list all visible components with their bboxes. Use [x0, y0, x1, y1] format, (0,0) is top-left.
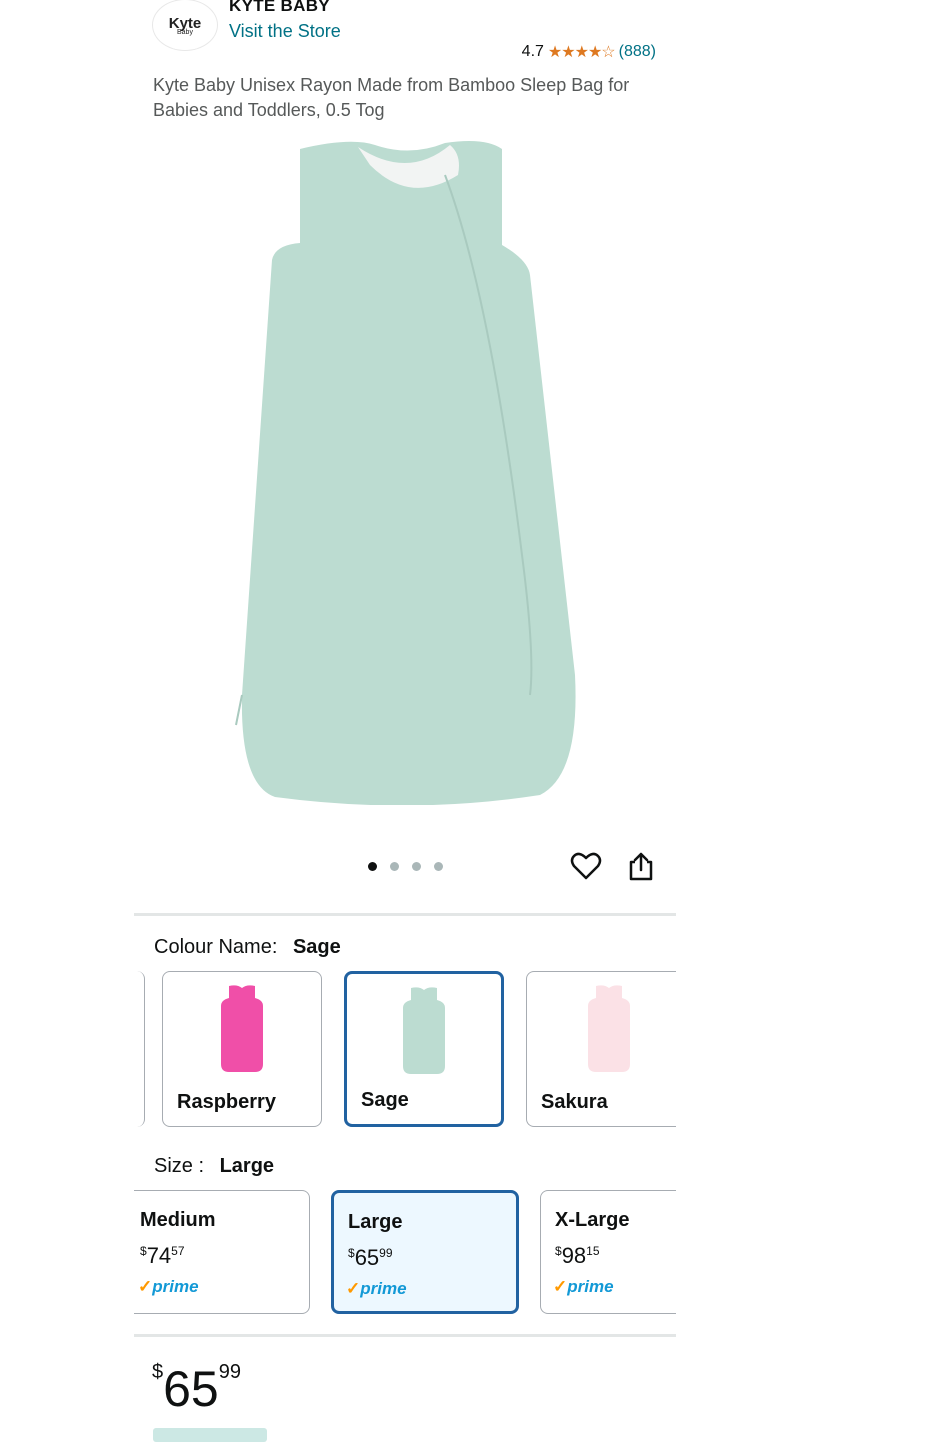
- size-price: $6599: [348, 1245, 393, 1270]
- colour-selected-value: Sage: [292, 936, 341, 958]
- star-rating-icon: ★★★★☆: [547, 44, 616, 61]
- section-divider: [134, 913, 676, 916]
- carousel-dot[interactable]: [434, 862, 443, 871]
- section-divider: [134, 1334, 676, 1337]
- sleep-bag-image[interactable]: [230, 135, 585, 805]
- brand-logo[interactable]: Kyte Baby: [153, 0, 217, 50]
- swatch-label: Sakura: [541, 1091, 608, 1113]
- product-price: $6599: [152, 1361, 241, 1417]
- prime-badge: ✓prime: [346, 1279, 407, 1298]
- size-name: X-Large: [555, 1209, 630, 1231]
- prime-badge: ✓prime: [138, 1277, 199, 1296]
- carousel-dot[interactable]: [368, 862, 377, 871]
- size-name: Large: [348, 1211, 403, 1233]
- sakura-thumbnail: [587, 985, 630, 1072]
- size-option-x-large[interactable]: X-Large $9815 ✓prime: [540, 1190, 676, 1314]
- size-price: $7457: [140, 1243, 185, 1268]
- share-icon[interactable]: [625, 850, 657, 882]
- carousel-dot[interactable]: [412, 862, 421, 871]
- visit-store-link[interactable]: Visit the Store: [229, 21, 341, 42]
- size-label-text: Size :: [154, 1155, 205, 1177]
- rating-value: 4.7: [521, 43, 544, 60]
- size-price: $9815: [555, 1243, 600, 1268]
- size-name: Medium: [140, 1209, 216, 1231]
- raspberry-thumbnail: [221, 985, 263, 1072]
- size-label: Size : Large: [154, 1155, 274, 1178]
- swatch-label: Sage: [361, 1089, 409, 1111]
- prime-check-icon: ✓: [346, 1279, 361, 1298]
- rating-summary[interactable]: 4.7 ★★★★☆ (888): [522, 42, 656, 62]
- heart-icon[interactable]: [570, 850, 602, 882]
- carousel-dot[interactable]: [390, 862, 399, 871]
- prime-badge: ✓prime: [553, 1277, 614, 1296]
- review-count[interactable]: (888): [619, 43, 656, 61]
- image-carousel-dots[interactable]: [368, 862, 443, 871]
- size-selected-value: Large: [219, 1155, 275, 1177]
- size-option-medium[interactable]: Medium $7457 ✓prime: [134, 1190, 310, 1314]
- swatch-label: Raspberry: [177, 1091, 276, 1113]
- product-title: Kyte Baby Unisex Rayon Made from Bamboo …: [153, 75, 630, 120]
- colour-swatch-sakura[interactable]: Sakura: [526, 971, 676, 1127]
- colour-swatch-partial[interactable]: [134, 971, 145, 1127]
- size-option-large[interactable]: Large $6599 ✓prime: [331, 1190, 519, 1314]
- colour-label-text: Colour Name:: [154, 936, 278, 958]
- colour-label: Colour Name: Sage: [154, 936, 341, 959]
- brand-name: KYTE BABY: [229, 0, 330, 15]
- colour-swatch-sage[interactable]: Sage: [344, 971, 504, 1127]
- prime-check-icon: ✓: [138, 1277, 153, 1296]
- colour-swatch-raspberry[interactable]: Raspberry: [162, 971, 322, 1127]
- sage-thumbnail: [403, 987, 445, 1074]
- prime-check-icon: ✓: [553, 1277, 568, 1296]
